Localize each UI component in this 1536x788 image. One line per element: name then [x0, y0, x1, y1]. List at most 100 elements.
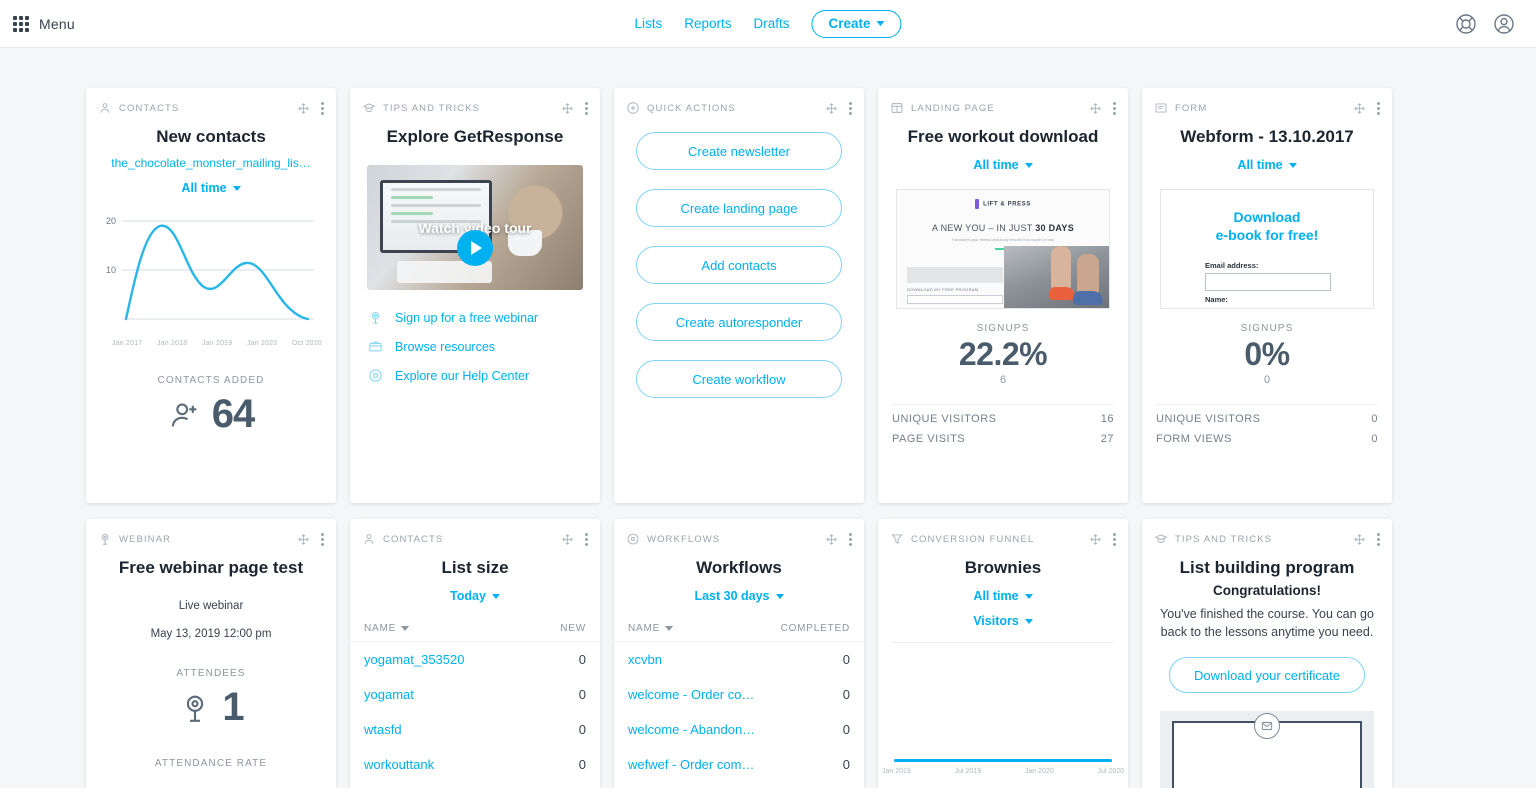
user-account-icon[interactable]	[1492, 12, 1516, 36]
table-row[interactable]: workouttank 0	[350, 747, 600, 782]
date-range-picker[interactable]: All time	[86, 181, 336, 195]
move-handle-icon[interactable]	[297, 533, 310, 546]
widget-menu-icon[interactable]	[319, 531, 326, 548]
contact-list-link[interactable]: the_chocolate_monster_mailing_lis…	[86, 156, 336, 170]
workflow-name[interactable]: welcome - Order co…	[628, 687, 754, 702]
create-workflow-button[interactable]: Create workflow	[636, 360, 842, 398]
x-tick: Jan 2019	[882, 768, 911, 775]
date-range-picker[interactable]: All time	[1142, 158, 1392, 172]
stat-value: 0	[1371, 413, 1378, 425]
certificate-seal-icon	[1254, 713, 1280, 740]
move-handle-icon[interactable]	[1089, 102, 1102, 115]
widget-title: Brownies	[964, 558, 1042, 577]
list-name[interactable]: yogamat_353520	[364, 652, 464, 667]
x-tick: Jan 2017	[112, 340, 143, 347]
table-row[interactable]: wefwef - Order com… 0	[614, 747, 864, 782]
widget-menu-icon[interactable]	[319, 100, 326, 117]
widget-header: WORKFLOWS	[614, 519, 864, 549]
widget-list-building-program: TIPS AND TRICKS List building program Co…	[1142, 519, 1392, 788]
nav-link-lists[interactable]: Lists	[634, 16, 662, 31]
workflow-name[interactable]: xcvbn	[628, 652, 662, 667]
lifebuoy-icon[interactable]	[1454, 12, 1478, 36]
date-range-picker[interactable]: Last 30 days	[614, 589, 864, 603]
table-row[interactable]: wtasfd 0	[350, 712, 600, 747]
move-handle-icon[interactable]	[561, 533, 574, 546]
move-handle-icon[interactable]	[825, 102, 838, 115]
list-name[interactable]: workouttank	[364, 757, 434, 772]
widget-menu-icon[interactable]	[847, 100, 854, 117]
link-help-center[interactable]: Explore our Help Center	[368, 368, 582, 383]
workflow-completed: 0	[842, 757, 850, 772]
widget-workflows: WORKFLOWS Workflows Last 30 days NAME CO…	[614, 519, 864, 788]
move-handle-icon[interactable]	[297, 102, 310, 115]
stat-row: UNIQUE VISITORS 16	[878, 405, 1128, 425]
move-handle-icon[interactable]	[561, 102, 574, 115]
preview-email-input[interactable]	[1205, 272, 1331, 291]
resources-icon	[369, 341, 382, 352]
sort-descending-icon	[665, 626, 674, 631]
chart-series-line	[894, 759, 1112, 762]
date-range-picker[interactable]: Today	[350, 589, 600, 603]
create-newsletter-button[interactable]: Create newsletter	[636, 132, 842, 170]
move-handle-icon[interactable]	[1353, 533, 1366, 546]
chevron-down-icon	[775, 593, 784, 599]
move-handle-icon[interactable]	[1353, 102, 1366, 115]
nav-link-reports[interactable]: Reports	[684, 16, 731, 31]
widget-menu-icon[interactable]	[583, 531, 590, 548]
widget-kicker: TIPS AND TRICKS	[383, 102, 481, 114]
preview-field-label-2: Name:	[1205, 294, 1228, 304]
column-header-value: NEW	[560, 623, 586, 634]
nav-link-drafts[interactable]: Drafts	[754, 16, 790, 31]
new-contacts-chart: 20 10 Jan 2017 Jan 2018 Jan 2019 Jan 202…	[86, 195, 336, 347]
create-button[interactable]: Create	[811, 9, 902, 38]
link-browse-resources[interactable]: Browse resources	[368, 339, 582, 354]
explore-links: Sign up for a free webinar Browse resour…	[350, 310, 600, 383]
menu-button[interactable]: Menu	[0, 15, 75, 32]
sort-by-name[interactable]: NAME	[628, 623, 674, 634]
workflow-name[interactable]: welcome - Abandon…	[628, 722, 755, 737]
create-autoresponder-button[interactable]: Create autoresponder	[636, 303, 842, 341]
widget-menu-icon[interactable]	[1375, 100, 1382, 117]
table-row[interactable]: welcome - Order co… 0	[614, 677, 864, 712]
video-tour-thumbnail[interactable]: Watch video tour	[367, 165, 583, 290]
widget-quick-actions: QUICK ACTIONS Create newsletter Create l…	[614, 88, 864, 503]
table-row[interactable]: yogamat 0	[350, 677, 600, 712]
landing-page-preview[interactable]: LIFT & PRESS A NEW YOU – IN JUST 30 DAYS…	[896, 189, 1110, 309]
widget-menu-icon[interactable]	[1111, 531, 1118, 548]
certificate-preview[interactable]: CERTIFICATE OF COMPLETION Mike Smith	[1160, 711, 1374, 788]
widget-menu-icon[interactable]	[583, 100, 590, 117]
stat-row: PAGE VISITS 27	[878, 425, 1128, 445]
download-certificate-button[interactable]: Download your certificate	[1169, 657, 1365, 694]
sort-by-name[interactable]: NAME	[364, 623, 410, 634]
date-range-picker[interactable]: All time	[878, 158, 1128, 172]
widget-menu-icon[interactable]	[1375, 531, 1382, 548]
metric-picker[interactable]: Visitors	[878, 614, 1128, 628]
create-landing-page-button[interactable]: Create landing page	[636, 189, 842, 227]
link-sign-up-webinar[interactable]: Sign up for a free webinar	[368, 310, 582, 325]
webinar-type: Live webinar	[178, 600, 244, 612]
move-handle-icon[interactable]	[1089, 533, 1102, 546]
workflow-name[interactable]: wefwef - Order com…	[628, 757, 754, 772]
date-range-picker[interactable]: All time	[878, 589, 1128, 603]
chevron-down-icon	[1024, 593, 1033, 599]
x-axis-labels: Jan 2017 Jan 2018 Jan 2019 Jan 2020 Oct …	[96, 338, 326, 347]
x-axis-labels: Jan 2019 Jul 2019 Jan 2020 Jul 2020	[878, 762, 1128, 775]
widget-title: Webform - 13.10.2017	[1180, 127, 1354, 146]
play-button-icon[interactable]	[457, 229, 493, 266]
list-name[interactable]: yogamat	[364, 687, 414, 702]
widget-conversion-funnel: CONVERSION FUNNEL Brownies All time Visi…	[878, 519, 1128, 788]
widget-menu-icon[interactable]	[1111, 100, 1118, 117]
table-row[interactable]: xcvbn 0	[614, 642, 864, 677]
table-row[interactable]: welcome - Abandon… 0	[614, 712, 864, 747]
table-row[interactable]: yogamat_353520 0	[350, 642, 600, 677]
move-handle-icon[interactable]	[825, 533, 838, 546]
list-new-count: 0	[578, 722, 586, 737]
widget-title: New contacts	[156, 127, 266, 146]
list-name[interactable]: wtasfd	[364, 722, 402, 737]
add-contacts-button[interactable]: Add contacts	[636, 246, 842, 284]
widget-menu-icon[interactable]	[847, 531, 854, 548]
webform-preview[interactable]: Download e-book for free! Email address:…	[1160, 189, 1374, 309]
stat-value: 0	[1371, 433, 1378, 445]
x-tick: Oct 2020	[291, 340, 322, 347]
workflow-completed: 0	[842, 722, 850, 737]
